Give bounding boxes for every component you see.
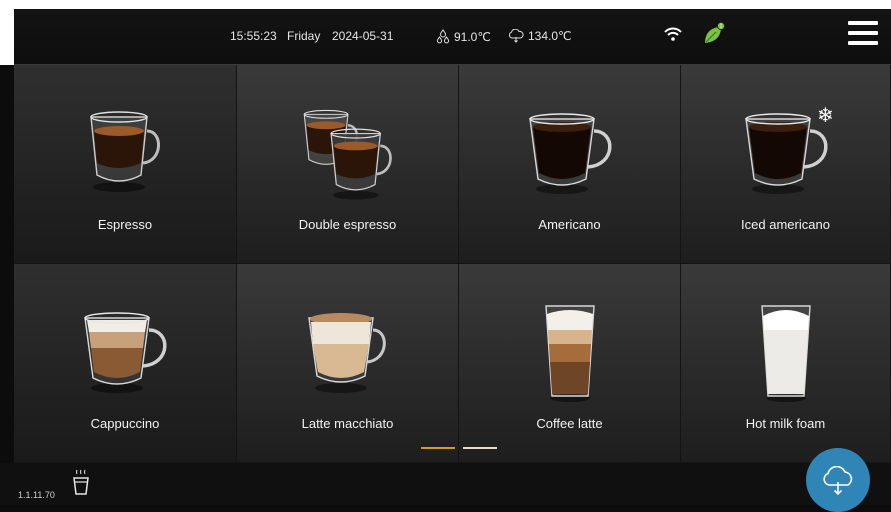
menu-button[interactable] <box>848 19 878 47</box>
drink-label: Double espresso <box>298 217 397 232</box>
double-espresso-cups-icon <box>303 109 392 200</box>
drink-tile-espresso[interactable]: Espresso <box>14 65 237 264</box>
left-edge <box>0 9 14 65</box>
version-label: 1.1.11.70 <box>18 490 55 500</box>
drink-tile-iced-americano[interactable]: ❄ Iced americano <box>681 65 891 264</box>
hamburger-icon-line <box>848 31 878 35</box>
water-temp-text: 91.0℃ <box>454 30 491 44</box>
page-indicator[interactable] <box>463 447 497 449</box>
top-edge <box>0 0 891 9</box>
clock: 15:55:23 <box>230 29 277 43</box>
bottom-bar <box>0 463 891 505</box>
drink-tile-latte-macchiato[interactable]: Latte macchiato <box>237 264 459 463</box>
steam-temperature: 134.0℃ <box>508 29 572 43</box>
day: Friday <box>287 29 320 43</box>
eco-notification[interactable]: 1 <box>702 22 726 46</box>
steam-button[interactable] <box>806 448 870 512</box>
date-text: 2024-05-31 <box>332 29 394 43</box>
steam-cloud-icon <box>823 466 853 496</box>
wifi-icon <box>664 27 682 41</box>
drink-label: Espresso <box>97 217 153 232</box>
hamburger-icon-line <box>848 41 878 45</box>
drink-label: Coffee latte <box>536 416 603 431</box>
drink-tile-americano[interactable]: Americano <box>459 65 681 264</box>
time-text: 15:55:23 <box>230 29 277 43</box>
day-text: Friday <box>287 29 321 43</box>
water-temperature: 91.0℃ <box>436 29 491 45</box>
date: 2024-05-31 <box>332 29 393 43</box>
notification-count: 1 <box>720 24 723 30</box>
drink-label: Americano <box>538 217 601 232</box>
drink-label: Cappuccino <box>90 416 160 431</box>
leaf-icon: 1 <box>702 22 726 46</box>
top-status-bar: 15:55:23 Friday 2024-05-31 91.0℃ 134.0℃ <box>0 0 891 65</box>
drink-label: Hot milk foam <box>745 416 826 431</box>
latte-macchiato-cup-icon <box>307 313 386 393</box>
americano-cup-icon <box>528 113 611 194</box>
hamburger-icon-line <box>848 21 878 25</box>
drink-tile-cappuccino[interactable]: Cappuccino <box>14 264 237 463</box>
hot-milk-foam-glass-icon <box>760 305 811 402</box>
iced-americano-cup-icon <box>744 113 827 194</box>
steam-temp-text: 134.0℃ <box>528 29 572 43</box>
water-drops-icon <box>436 29 450 45</box>
drink-grid: Espresso Double espresso Americano ❄ Ice… <box>14 65 891 463</box>
drink-label: Iced americano <box>741 217 830 232</box>
hot-water-cup-icon <box>73 469 89 495</box>
wifi-status[interactable] <box>664 27 682 41</box>
hot-water-cup-button[interactable] <box>72 468 90 501</box>
steam-cloud-icon <box>508 29 524 43</box>
coffee-latte-glass-icon <box>544 305 595 402</box>
drink-tile-coffee-latte[interactable]: Coffee latte <box>459 264 681 463</box>
espresso-cup-icon <box>90 111 160 192</box>
drink-tile-hot-milk-foam[interactable]: Hot milk foam <box>681 264 891 463</box>
cappuccino-cup-icon <box>84 312 167 393</box>
drink-tile-double-espresso[interactable]: Double espresso <box>237 65 459 264</box>
page-indicator-active[interactable] <box>421 447 455 449</box>
drink-label: Latte macchiato <box>301 416 394 431</box>
